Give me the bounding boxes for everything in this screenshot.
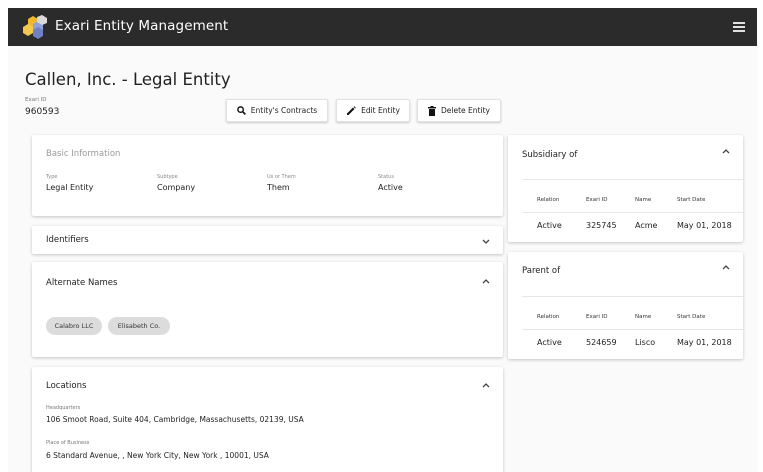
us-or-them-label: Us or Them (267, 174, 296, 180)
edit-entity-label: Edit Entity (361, 106, 400, 115)
exari-id-label: Exari ID (25, 97, 47, 103)
page: Exari Entity Management Callen, Inc. - L… (8, 8, 757, 472)
parent-of-panel: Parent of Relation Exari ID Name Start D… (508, 252, 743, 359)
entity-contracts-button[interactable]: Entity's Contracts (226, 99, 328, 122)
parent-of-title: Parent of (522, 266, 561, 276)
column-header: Relation (537, 197, 560, 203)
column-header: Exari ID (586, 314, 608, 320)
table-cell-exari-id: 524659 (586, 338, 617, 347)
subsidiary-of-title: Subsidiary of (522, 150, 578, 160)
column-header: Start Date (677, 314, 706, 320)
chevron-up-icon[interactable] (482, 383, 490, 388)
table-cell-relation: Active (537, 338, 562, 347)
chevron-up-icon[interactable] (722, 149, 730, 154)
edit-entity-button[interactable]: Edit Entity (336, 99, 410, 122)
column-header: Name (635, 314, 652, 320)
table-cell-start-date: May 01, 2018 (677, 338, 732, 347)
table-cell-name: Acme (635, 221, 658, 230)
app-bar: Exari Entity Management (8, 8, 757, 46)
search-icon (236, 106, 246, 115)
column-header: Relation (537, 314, 560, 320)
status-value: Active (378, 183, 403, 192)
table-cell-name: Lisco (635, 338, 656, 347)
identifiers-panel[interactable]: Identifiers (32, 226, 503, 254)
exari-logo-icon (23, 15, 47, 39)
alternate-names-panel: Alternate Names (32, 262, 503, 357)
subsidiary-of-panel: Subsidiary of Relation Exari ID Name Sta… (508, 135, 743, 242)
column-header: Exari ID (586, 197, 608, 203)
column-header: Name (635, 197, 652, 203)
subtype-value: Company (157, 183, 196, 192)
us-or-them-value: Them (267, 183, 290, 192)
trash-icon (428, 105, 437, 116)
headquarters-label: Headquarters (46, 405, 81, 411)
app-title: Exari Entity Management (55, 18, 229, 34)
alternate-name-chip[interactable]: Elisabeth Co. (108, 317, 170, 335)
place-of-business-address: 6 Standard Avenue, , New York City, New … (46, 451, 269, 460)
basic-information-title: Basic Information (46, 149, 121, 159)
table-cell-exari-id: 325745 (586, 221, 617, 230)
status-label: Status (378, 174, 394, 180)
place-of-business-label: Place of Business (46, 440, 90, 446)
type-label: Type (46, 174, 58, 180)
chevron-down-icon[interactable] (482, 239, 490, 244)
chevron-up-icon[interactable] (722, 265, 730, 270)
type-value: Legal Entity (46, 183, 94, 192)
entity-contracts-label: Entity's Contracts (250, 106, 318, 115)
identifiers-title: Identifiers (46, 235, 89, 245)
column-header: Start Date (677, 197, 706, 203)
delete-entity-button[interactable]: Delete Entity (417, 99, 501, 122)
page-title: Callen, Inc. - Legal Entity (25, 70, 231, 89)
subtype-label: Subtype (157, 174, 178, 180)
table-cell-start-date: May 01, 2018 (677, 221, 732, 230)
exari-id-value: 960593 (25, 107, 60, 117)
chevron-up-icon[interactable] (482, 279, 490, 284)
delete-entity-label: Delete Entity (441, 106, 490, 115)
pencil-icon (347, 105, 356, 115)
hamburger-menu-icon[interactable] (733, 22, 745, 32)
alternate-names-title: Alternate Names (46, 278, 118, 288)
locations-panel: Locations Headquarters 106 Smoot Road, S… (32, 367, 503, 472)
locations-title: Locations (46, 381, 87, 391)
headquarters-address: 106 Smoot Road, Suite 404, Cambridge, Ma… (46, 415, 304, 424)
table-cell-relation: Active (537, 221, 562, 230)
alternate-name-chip[interactable]: Calabro LLC (46, 317, 102, 335)
basic-information-card: Basic Information Type Legal Entity Subt… (32, 135, 503, 216)
